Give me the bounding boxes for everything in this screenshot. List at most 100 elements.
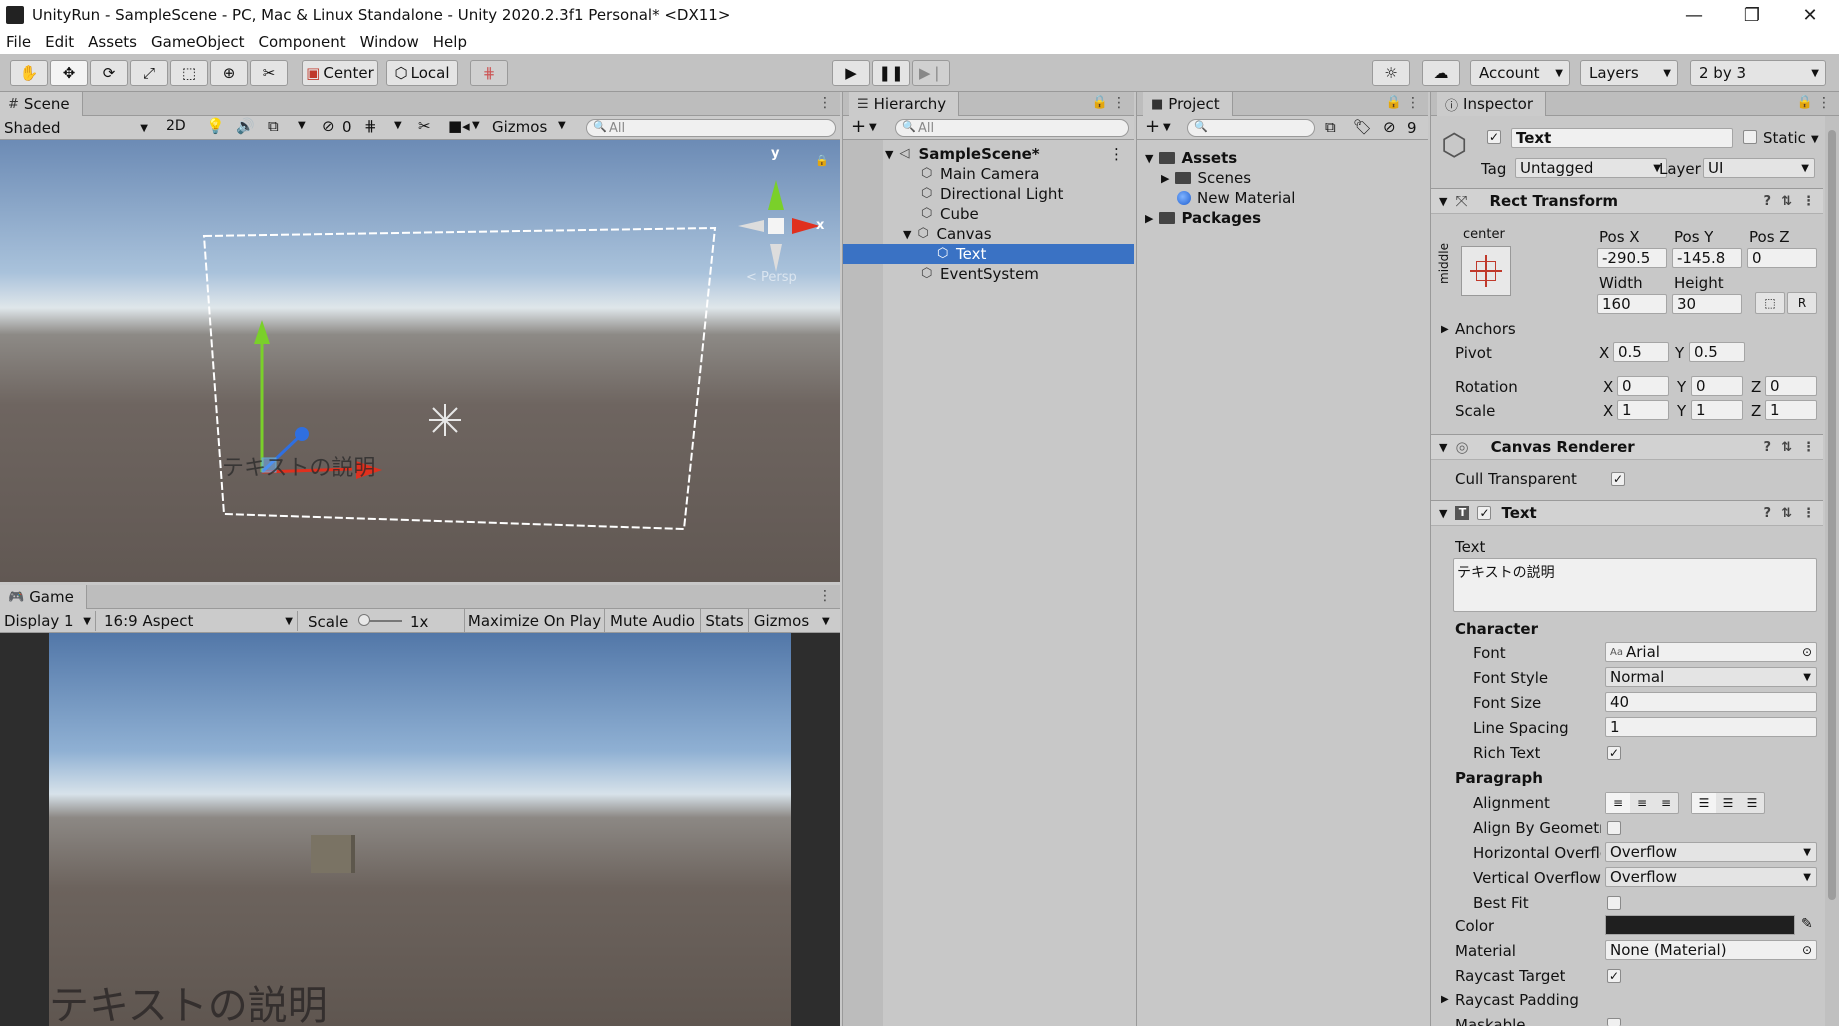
raycast-target-checkbox[interactable]: ✓ [1607,969,1621,983]
project-assets-folder[interactable]: ▼ Assets [1137,148,1428,168]
pivot-local-button[interactable]: ⬡ Local [386,60,458,86]
static-checkbox[interactable] [1743,130,1757,144]
lighting-icon[interactable]: 💡 [206,117,225,135]
camera-icon[interactable]: ■◂ [448,117,470,135]
scale-y-field[interactable]: 1 [1691,400,1743,420]
chevron-down-icon[interactable]: ▼ [298,120,306,131]
rot-y-field[interactable]: 0 [1691,376,1743,396]
pos-y-field[interactable]: -145.8 [1672,248,1742,268]
tab-project[interactable]: ■ Project [1143,92,1233,116]
layout-dropdown[interactable]: 2 by 3 ▼ [1690,60,1826,86]
rot-z-field[interactable]: 0 [1765,376,1817,396]
gizmos-button[interactable]: Gizmos [492,118,547,136]
menu-component[interactable]: Component [259,33,346,51]
width-field[interactable]: 160 [1597,294,1667,314]
pivot-y-field[interactable]: 0.5 [1689,342,1745,362]
preset-icon[interactable]: ⇅ [1781,440,1792,455]
create-add-button[interactable]: + [1145,116,1160,137]
play-button[interactable]: ▶ [832,60,870,86]
chevron-right-icon[interactable]: ▶ [1441,994,1449,1005]
tab-scene[interactable]: # Scene [0,92,83,116]
menu-assets[interactable]: Assets [88,33,137,51]
pivot-x-field[interactable]: 0.5 [1613,342,1669,362]
mute-audio-toggle[interactable]: Mute Audio [604,609,700,633]
scale-tool-button[interactable]: ⤢ [130,60,168,86]
scale-x-field[interactable]: 1 [1617,400,1669,420]
align-center-icon[interactable]: ≡ [1630,793,1654,813]
hand-tool-button[interactable]: ✋ [10,60,48,86]
rect-transform-header[interactable]: ▼ ⤧ Rect Transform ? ⇅ ⋮ [1431,188,1823,214]
hierarchy-item-main-camera[interactable]: ⬡ Main Camera [843,164,1134,184]
hierarchy-item-cube[interactable]: ⬡ Cube [843,204,1134,224]
active-checkbox[interactable]: ✓ [1487,130,1501,144]
move-tool-button[interactable]: ✥ [50,60,88,86]
display-dropdown[interactable]: Display 1 ▼ [4,611,96,631]
chevron-down-icon[interactable]: ▼ [558,120,566,131]
layers-dropdown[interactable]: Layers ▼ [1580,60,1678,86]
kebab-menu-icon[interactable]: ⋮ [818,588,832,604]
chevron-down-icon[interactable]: ▼ [1145,152,1153,165]
rot-x-field[interactable]: 0 [1617,376,1669,396]
hidden-packages-icon[interactable]: ⊘ [1383,118,1396,136]
raw-edit-button[interactable]: R [1787,292,1817,314]
chevron-down-icon[interactable]: ▼ [822,616,830,627]
horizontal-overflow-dropdown[interactable]: Overflow ▼ [1605,842,1817,862]
lock-icon[interactable]: 🔒 [1386,95,1402,110]
chevron-down-icon[interactable]: ▼ [1163,122,1171,133]
transform-tool-button[interactable]: ⊕ [210,60,248,86]
menu-edit[interactable]: Edit [45,33,74,51]
help-icon[interactable]: ? [1764,440,1772,455]
text-component-header[interactable]: ▼ T ✓ Text ? ⇅ ⋮ [1431,500,1823,526]
create-add-button[interactable]: + [851,116,866,137]
font-field[interactable]: Aa Arial ⊙ [1605,642,1817,662]
line-spacing-field[interactable]: 1 [1605,717,1817,737]
kebab-menu-icon[interactable]: ⋮ [1112,95,1126,111]
minimize-button[interactable]: — [1665,0,1723,30]
align-top-icon[interactable]: ☰ [1692,793,1716,813]
kebab-menu-icon[interactable]: ⋮ [1802,194,1815,209]
object-name-field[interactable]: Text [1511,128,1733,148]
lock-icon[interactable]: 🔒 [815,154,829,167]
cloud-button[interactable]: ☁ [1422,60,1460,86]
2d-toggle[interactable]: 2D [166,118,186,134]
game-viewport[interactable]: テキストの説明 [0,633,840,1026]
anchors-foldout[interactable]: Anchors [1455,320,1516,338]
pos-z-field[interactable]: 0 [1747,248,1817,268]
menu-gameobject[interactable]: GameObject [151,33,245,51]
chevron-down-icon[interactable]: ▼ [869,122,877,133]
align-geometry-checkbox[interactable] [1607,821,1621,835]
kebab-menu-icon[interactable]: ⋮ [1406,95,1420,111]
restore-button[interactable]: ❐ [1723,0,1781,30]
hidden-objects-icon[interactable]: ⊘ [322,117,335,135]
pivot-center-button[interactable]: ▣ Center [302,60,378,86]
pos-x-field[interactable]: -290.5 [1597,248,1667,268]
tab-hierarchy[interactable]: ☰ Hierarchy [849,92,960,116]
text-enabled-checkbox[interactable]: ✓ [1477,506,1492,520]
font-size-field[interactable]: 40 [1605,692,1817,712]
chevron-down-icon[interactable]: ▼ [472,120,480,131]
object-picker-icon[interactable]: ⊙ [1802,645,1812,659]
maximize-on-play-toggle[interactable]: Maximize On Play [464,609,604,633]
tab-game[interactable]: 🎮 Game [0,585,87,609]
scrollbar-thumb[interactable] [1828,130,1836,900]
shading-dropdown[interactable]: Shaded ▼ [4,118,150,138]
menu-help[interactable]: Help [433,33,467,51]
vertical-overflow-dropdown[interactable]: Overflow ▼ [1605,867,1817,887]
hierarchy-item-directional-light[interactable]: ⬡ Directional Light [843,184,1134,204]
anchor-preset-button[interactable] [1461,246,1511,296]
chevron-down-icon[interactable]: ▼ [885,148,893,161]
z-axis-knob[interactable] [295,427,309,441]
material-field[interactable]: None (Material) ⊙ [1605,940,1817,960]
collab-button[interactable]: ☼ [1372,60,1410,86]
audio-icon[interactable]: 🔊 [236,117,255,135]
lock-icon[interactable]: 🔒 [1797,95,1813,110]
grid-toggle-icon[interactable]: ⋕ [364,117,377,135]
y-axis-arrow[interactable] [254,320,270,344]
hierarchy-search-input[interactable]: 🔍 All [895,119,1129,137]
maskable-checkbox[interactable] [1607,1018,1621,1026]
chevron-right-icon[interactable]: ▶ [1161,172,1169,185]
chevron-down-icon[interactable]: ▼ [903,228,911,241]
raycast-padding-foldout[interactable]: Raycast Padding [1455,991,1579,1009]
chevron-down-icon[interactable]: ▼ [1439,195,1447,208]
step-button[interactable]: ▶❘ [912,60,950,86]
